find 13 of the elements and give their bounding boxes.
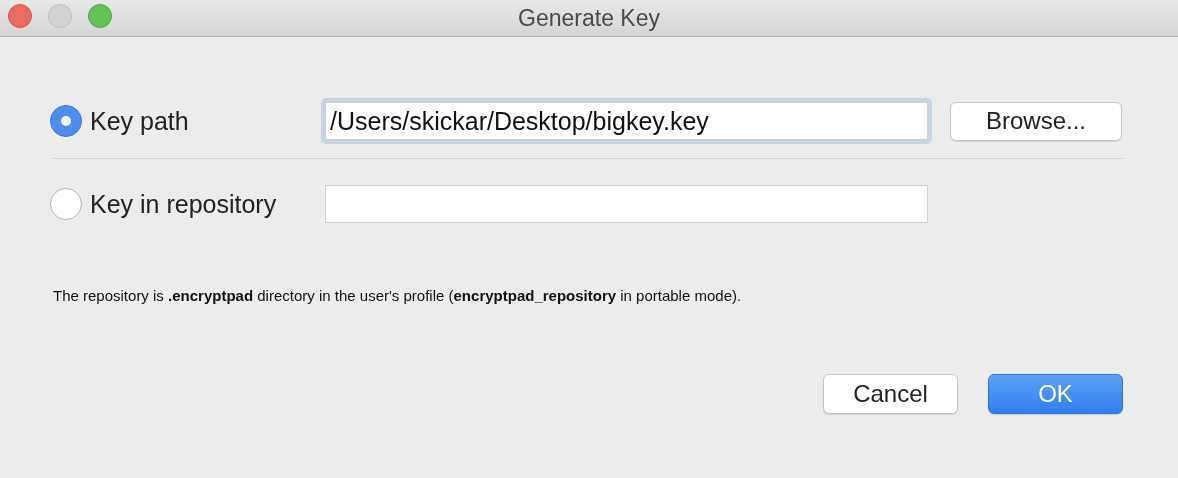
option-label: Key path	[90, 106, 189, 136]
window-title: Generate Key	[518, 4, 660, 32]
minimize-icon[interactable]	[48, 4, 72, 28]
option-label: Key in repository	[90, 189, 277, 219]
browse-button[interactable]: Browse...	[950, 101, 1122, 141]
input-field[interactable]	[325, 185, 928, 223]
zoom-icon[interactable]	[88, 4, 112, 28]
note-text: The repository is .encryptpad directory in the user's profile (encryptpad_repository in portable mode).	[53, 287, 743, 304]
cancel-button[interactable]: Cancel	[823, 374, 958, 414]
radio-button[interactable]	[50, 188, 82, 220]
input-field[interactable]: /Users/skickar/Desktop/bigkey.key	[325, 102, 928, 140]
radio-button[interactable]	[50, 105, 82, 137]
close-icon[interactable]	[8, 4, 32, 28]
